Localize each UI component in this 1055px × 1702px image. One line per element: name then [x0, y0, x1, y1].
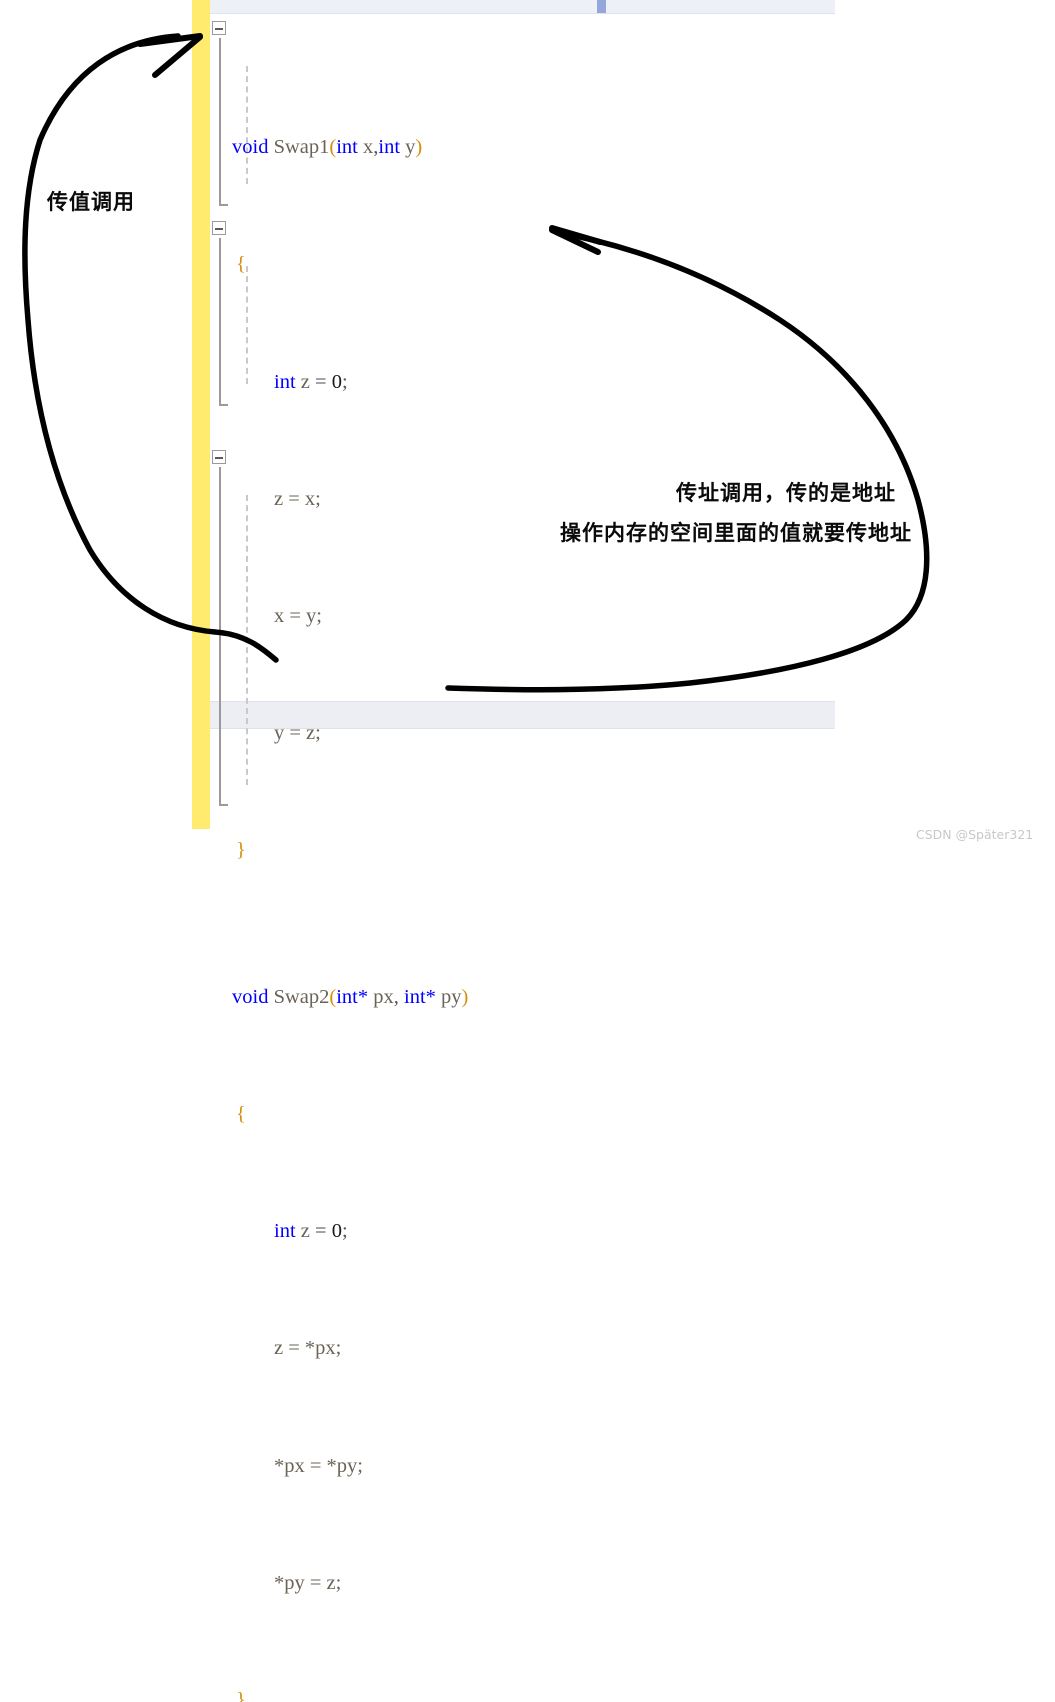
- param2-type-swap2: int*: [404, 985, 436, 1008]
- var-z-swap1: z: [300, 370, 310, 393]
- paren-close-swap1: ): [415, 136, 423, 159]
- value-zero-swap1: 0: [331, 370, 342, 393]
- stmt-swap2-pyz: *py = z;: [274, 1571, 342, 1594]
- brace-close-swap2: }: [236, 1688, 246, 1702]
- stmt-swap2-zpx: z = *px;: [274, 1337, 342, 1360]
- code-line-swap1-1[interactable]: z = x;: [210, 485, 618, 514]
- code-line-swap2-close[interactable]: }: [210, 1686, 618, 1702]
- change-bar-gutter: [192, 0, 210, 829]
- param1-name-swap2: px: [373, 985, 394, 1008]
- param2-type-swap1: int: [378, 136, 401, 159]
- code-editor[interactable]: void Swap1(int x,int y) { int z = 0; z =…: [0, 0, 1055, 1702]
- function-name-swap1: Swap1: [273, 136, 330, 159]
- param2-name-swap1: y: [405, 136, 416, 159]
- param2-name-swap2: py: [441, 985, 462, 1008]
- keyword-int-swap1-z: int: [274, 370, 296, 393]
- annotation-call-by-address-line1: 传址调用，传的是地址: [676, 481, 896, 505]
- stmt-swap1-zx: z = x;: [274, 487, 321, 510]
- brace-open-swap2: {: [236, 1102, 246, 1125]
- code-line-swap1-2[interactable]: x = y;: [210, 602, 618, 631]
- code-line-swap2-decl[interactable]: int z = 0;: [210, 1217, 618, 1246]
- code-line-swap2-1[interactable]: z = *px;: [210, 1334, 618, 1363]
- param1-type-swap2: int*: [336, 985, 369, 1008]
- param1-name-swap1: x: [363, 136, 374, 159]
- comma-swap2: ,: [393, 985, 404, 1008]
- annotation-call-by-address-line2: 操作内存的空间里面的值就要传地址: [560, 521, 912, 545]
- code-line-swap1-3[interactable]: y = z;: [210, 719, 618, 748]
- watermark: CSDN @Später321: [916, 827, 1034, 842]
- code-line-swap1-decl[interactable]: int z = 0;: [210, 368, 618, 397]
- function-name-swap2: Swap2: [273, 985, 330, 1008]
- keyword-void-swap2: void: [232, 985, 269, 1008]
- annotation-call-by-value: 传值调用: [47, 190, 135, 214]
- paren-open-swap2: (: [329, 985, 337, 1008]
- top-highlight-bar: [192, 0, 835, 14]
- stmt-swap2-pxpy: *px = *py;: [274, 1454, 364, 1477]
- brace-open-swap1: {: [236, 253, 246, 276]
- top-row-marker: [597, 0, 606, 13]
- code-content[interactable]: void Swap1(int x,int y) { int z = 0; z =…: [210, 16, 618, 1702]
- stmt-swap1-yz: y = z;: [274, 722, 321, 745]
- code-line-swap1-signature[interactable]: void Swap1(int x,int y): [210, 133, 618, 162]
- keyword-void-swap1: void: [232, 136, 269, 159]
- code-line-swap2-2[interactable]: *px = *py;: [210, 1452, 618, 1481]
- semicolon-swap2-decl: ;: [341, 1220, 348, 1243]
- value-zero-swap2: 0: [331, 1220, 342, 1243]
- code-line-swap1-open[interactable]: {: [210, 250, 618, 279]
- assign-swap2-z: =: [315, 1220, 327, 1243]
- stmt-swap1-xy: x = y;: [274, 604, 323, 627]
- code-line-swap2-3[interactable]: *py = z;: [210, 1569, 618, 1598]
- semicolon-swap1-decl: ;: [341, 370, 348, 393]
- keyword-int-swap2-z: int: [274, 1220, 296, 1243]
- var-z-swap2: z: [300, 1220, 310, 1243]
- brace-close-swap1: }: [236, 839, 246, 862]
- paren-close-swap2: ): [461, 985, 469, 1008]
- code-line-swap2-signature[interactable]: void Swap2(int* px, int* py): [210, 983, 618, 1012]
- param1-type-swap1: int: [336, 136, 358, 159]
- assign-swap1-z: =: [315, 370, 327, 393]
- code-line-swap2-open[interactable]: {: [210, 1100, 618, 1129]
- top-partial-row: [0, 0, 1055, 16]
